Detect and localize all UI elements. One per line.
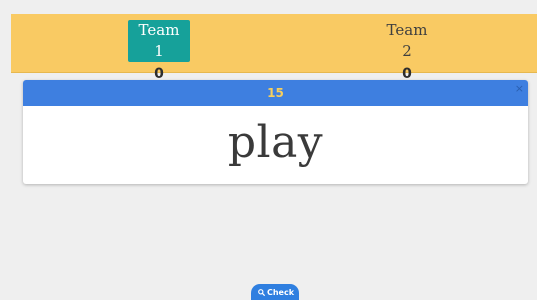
check-button[interactable]: Check xyxy=(251,284,299,300)
team-1-panel[interactable]: Team 1 0 xyxy=(128,20,190,83)
check-button-label: Check xyxy=(266,288,295,297)
word-prompt: play xyxy=(227,117,324,168)
team-1-name: Team 1 xyxy=(128,20,190,62)
team-2-name: Team 2 xyxy=(386,21,428,60)
search-icon xyxy=(258,289,265,296)
timer-countdown: 15 xyxy=(267,86,284,100)
game-screen: Team 1 0 Team 2 0 15 × play Check xyxy=(0,0,537,300)
card-header: 15 × xyxy=(23,80,528,106)
close-icon[interactable]: × xyxy=(515,83,524,94)
word-card: 15 × play xyxy=(23,80,528,184)
scoreboard: Team 1 0 Team 2 0 xyxy=(11,14,537,82)
team-2-panel[interactable]: Team 2 0 xyxy=(376,20,438,83)
